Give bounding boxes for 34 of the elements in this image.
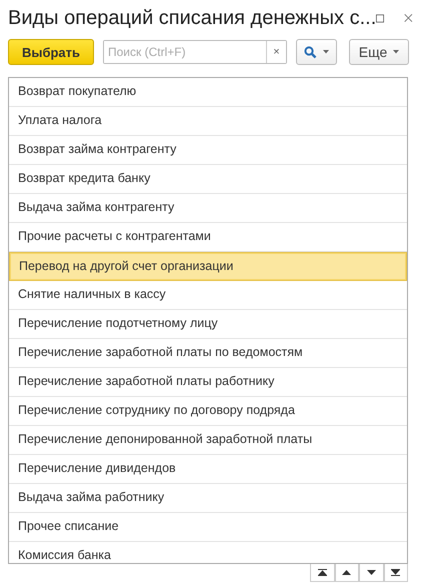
list-item[interactable]: Перевод на другой счет организации xyxy=(9,252,407,281)
up-button[interactable] xyxy=(334,564,359,582)
list-item[interactable]: Перечисление сотруднику по договору подряда xyxy=(9,397,407,426)
clear-button[interactable]: × xyxy=(266,41,286,63)
list-item[interactable]: Перечисление заработной платы по ведомостям xyxy=(9,339,407,368)
down-button[interactable] xyxy=(359,564,384,582)
last-button[interactable] xyxy=(384,564,408,582)
close-icon[interactable] xyxy=(404,12,413,24)
list-item[interactable]: Выдача займа работнику xyxy=(9,484,407,513)
search-field[interactable]: Поиск (Ctrl+F) × xyxy=(103,40,287,64)
list-item[interactable]: Перечисление дивидендов xyxy=(9,455,407,484)
window-title: Виды операций списания денежных с... xyxy=(8,6,376,30)
list-item[interactable]: Прочее списание xyxy=(9,513,407,542)
list-item[interactable]: Возврат кредита банку xyxy=(9,165,407,194)
list-item[interactable]: Снятие наличных в кассу xyxy=(9,281,407,310)
list-item[interactable]: Перечисление подотчетному лицу xyxy=(9,310,407,339)
list-item[interactable]: Перечисление заработной платы работнику xyxy=(9,368,407,397)
first-button[interactable] xyxy=(310,564,334,582)
list-item[interactable]: Уплата налога xyxy=(9,107,407,136)
first-icon xyxy=(318,569,327,576)
last-icon xyxy=(391,569,400,576)
up-icon xyxy=(342,570,352,575)
select-button[interactable]: Выбрать xyxy=(8,39,94,65)
list-item[interactable]: Возврат покупателю xyxy=(9,78,407,107)
more-button[interactable]: Еще xyxy=(349,39,409,65)
maximize-icon[interactable] xyxy=(376,12,384,24)
list-item[interactable]: Перечисление депонированной заработной платы xyxy=(9,426,407,455)
list-item[interactable]: Возврат займа контрагенту xyxy=(9,136,407,165)
down-icon xyxy=(366,570,376,575)
search-icon xyxy=(304,46,317,58)
list-item[interactable]: Выдача займа контрагенту xyxy=(9,194,407,223)
caret-icon xyxy=(323,50,329,54)
caret-icon xyxy=(393,50,400,54)
search-options-button[interactable] xyxy=(296,39,337,65)
